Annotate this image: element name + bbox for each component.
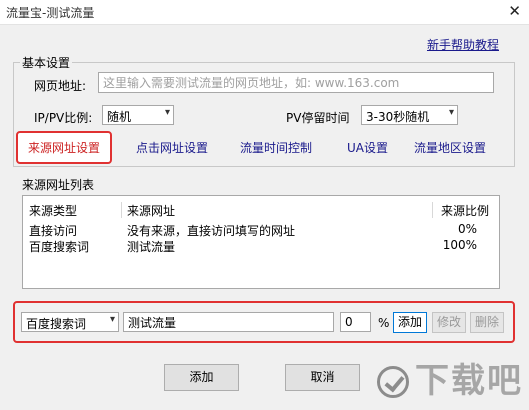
footer-add-button[interactable]: 添加 — [164, 364, 239, 391]
tab-click-url[interactable]: 点击网址设置 — [136, 139, 208, 156]
footer-cancel-button[interactable]: 取消 — [285, 364, 360, 391]
window-title: 流量宝-测试流量 — [6, 6, 95, 20]
watermark-text: 下载吧 — [415, 361, 523, 401]
ip-pv-label: IP/PV比例: — [34, 111, 93, 125]
col-divider — [432, 202, 433, 218]
pv-stay-value: 3-30秒随机 — [366, 110, 430, 124]
table-row[interactable]: 直接访问 没有来源，直接访问填写的网址 0% — [23, 222, 499, 238]
row-url: 测试流量 — [127, 240, 176, 254]
delete-source-button[interactable]: 删除 — [470, 312, 504, 333]
add-source-button[interactable]: 添加 — [393, 312, 427, 333]
chevron-down-icon: ▾ — [164, 107, 170, 118]
chevron-down-icon: ▾ — [448, 107, 454, 118]
row-url: 没有来源，直接访问填写的网址 — [127, 224, 296, 238]
url-input[interactable] — [98, 72, 494, 93]
title-bar: 流量宝-测试流量 ✕ — [0, 0, 529, 25]
row-type: 直接访问 — [29, 224, 78, 238]
list-header: 来源类型 来源网址 来源比例 — [23, 200, 499, 218]
source-list-label: 来源网址列表 — [22, 178, 95, 192]
ratio-input[interactable] — [340, 312, 371, 332]
col-divider — [121, 202, 122, 218]
row-ratio: 100% — [442, 238, 477, 252]
keyword-input[interactable] — [123, 312, 334, 332]
tab-traffic-time[interactable]: 流量时间控制 — [240, 139, 312, 156]
help-tutorial-link[interactable]: 新手帮助教程 — [427, 36, 499, 53]
row-type: 百度搜索词 — [29, 240, 90, 254]
ip-pv-select[interactable]: 随机 ▾ — [102, 105, 174, 125]
tab-traffic-region[interactable]: 流量地区设置 — [414, 139, 486, 156]
tab-ua[interactable]: UA设置 — [347, 139, 388, 156]
chevron-down-icon: ▾ — [109, 314, 115, 325]
source-type-value: 百度搜索词 — [26, 317, 87, 331]
tab-source-url[interactable]: 来源网址设置 — [16, 131, 113, 164]
pv-stay-label: PV停留时间 — [286, 111, 350, 125]
col-ratio[interactable]: 来源比例 — [441, 202, 489, 219]
modify-source-button[interactable]: 修改 — [432, 312, 466, 333]
col-type[interactable]: 来源类型 — [29, 202, 77, 219]
pv-stay-select[interactable]: 3-30秒随机 ▾ — [361, 105, 458, 125]
source-list[interactable]: 来源类型 来源网址 来源比例 直接访问 没有来源，直接访问填写的网址 0% 百度… — [22, 195, 500, 289]
source-type-select[interactable]: 百度搜索词 ▾ — [21, 312, 119, 332]
percent-label: % — [378, 316, 390, 330]
col-url[interactable]: 来源网址 — [127, 202, 175, 219]
row-ratio: 0% — [457, 222, 477, 236]
table-row[interactable]: 百度搜索词 测试流量 100% — [23, 238, 499, 254]
basic-settings-label: 基本设置 — [20, 54, 73, 71]
ip-pv-value: 随机 — [107, 110, 132, 124]
close-icon[interactable]: ✕ — [508, 2, 521, 20]
url-label: 网页地址: — [34, 79, 87, 93]
